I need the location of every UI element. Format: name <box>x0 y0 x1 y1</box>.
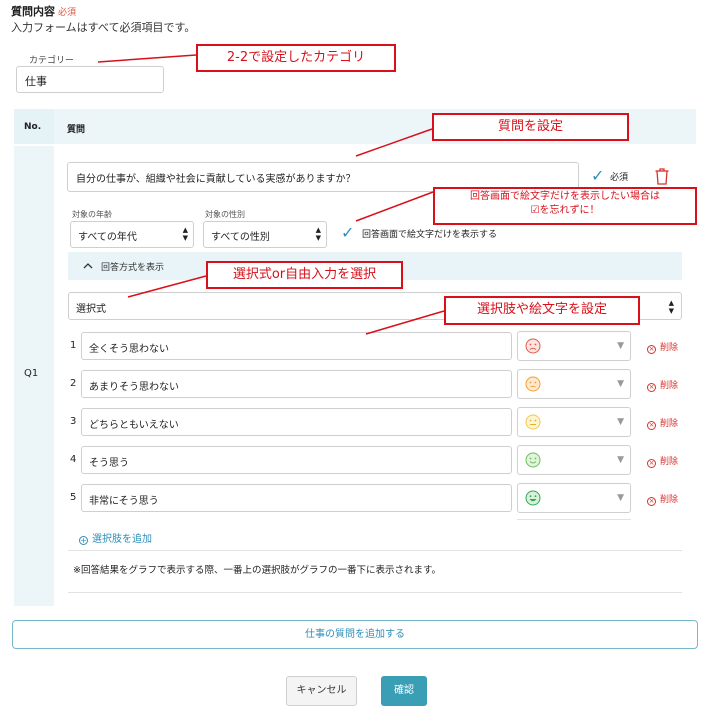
confirm-button[interactable]: 確認 <box>381 676 427 706</box>
emoji-only-label: 回答画面で絵文字だけを表示する <box>362 230 498 240</box>
caret-down-icon: ▼ <box>617 455 624 465</box>
choice-text-input[interactable]: 全くそう思わない <box>81 332 512 360</box>
annotation-line <box>97 54 197 63</box>
delete-choice-button[interactable]: × 削除 <box>647 492 678 506</box>
plus-circle-icon: + <box>79 536 88 545</box>
callout-category: 2-2で設定したカテゴリ <box>196 44 396 72</box>
required-checkbox-label: 必須 <box>610 173 629 183</box>
age-label: 対象の年齢 <box>72 210 112 219</box>
choice-number: 2 <box>70 378 77 389</box>
graph-note: ※回答結果をグラフで表示する際、一番上の選択肢がグラフの一番下に表示されます。 <box>73 565 442 576</box>
choice-number: 5 <box>70 492 77 503</box>
delete-circle-icon: × <box>647 497 656 506</box>
gender-label: 対象の性別 <box>205 210 245 219</box>
emoji-select[interactable]: ▼ <box>517 331 631 361</box>
emoji-select[interactable]: ▼ <box>517 483 631 513</box>
required-note: 入力フォームはすべて必須項目です。 <box>11 21 196 34</box>
gender-select-value: すべての性別 <box>211 232 270 243</box>
delete-choice-button[interactable]: × 削除 <box>647 340 678 354</box>
smile-face-icon <box>525 452 541 468</box>
add-question-button[interactable]: 仕事の質問を追加する <box>12 620 698 649</box>
age-select-value: すべての年代 <box>78 232 137 243</box>
answer-type-value: 選択式 <box>76 304 106 315</box>
callout-emoji-line-2: ☑を忘れずに！ <box>530 205 600 216</box>
divider <box>68 550 682 551</box>
caret-down-icon: ▼ <box>617 341 624 351</box>
callout-answer-type: 選択式or自由入力を選択 <box>206 261 403 289</box>
divider <box>68 592 682 593</box>
delete-choice-button[interactable]: × 削除 <box>647 378 678 392</box>
required-tag: 必須 <box>58 8 77 18</box>
choice-text-input[interactable]: どちらともいえない <box>81 408 512 436</box>
callout-question: 質問を設定 <box>432 113 629 141</box>
delete-choice-button[interactable]: × 削除 <box>647 416 678 430</box>
delete-circle-icon: × <box>647 383 656 392</box>
caret-down-icon: ▼ <box>617 493 624 503</box>
answer-type-toggle-label: 回答方式を表示 <box>101 263 165 273</box>
emoji-list-divider <box>517 519 631 520</box>
delete-circle-icon: × <box>647 459 656 468</box>
trash-icon[interactable] <box>654 167 670 185</box>
column-header-no: No. <box>24 122 42 132</box>
neutral-face-icon <box>525 414 541 430</box>
add-choice-button[interactable]: + 選択肢を追加 <box>79 530 152 545</box>
emoji-only-checkbox[interactable]: ✓ <box>341 225 357 241</box>
callout-choices: 選択肢や絵文字を設定 <box>444 296 640 325</box>
cancel-button[interactable]: キャンセル <box>286 676 357 706</box>
emoji-select[interactable]: ▼ <box>517 407 631 437</box>
category-field[interactable]: 仕事 <box>16 66 164 93</box>
caret-down-icon: ▼ <box>617 417 624 427</box>
chevron-up-icon <box>83 263 93 269</box>
delete-circle-icon: × <box>647 421 656 430</box>
choice-number: 4 <box>70 454 77 465</box>
section-title: 質問内容 必須 <box>11 5 77 18</box>
required-checkbox[interactable]: ✓ <box>591 168 607 184</box>
callout-emoji-only: 回答画面で絵文字だけを表示したい場合は ☑を忘れずに！ <box>433 187 697 225</box>
age-select[interactable]: すべての年代 ▲ ▼ <box>70 221 194 248</box>
choice-number: 1 <box>70 340 77 351</box>
choice-number: 3 <box>70 416 77 427</box>
grin-face-icon <box>525 490 541 506</box>
emoji-select[interactable]: ▼ <box>517 445 631 475</box>
callout-emoji-line-1: 回答画面で絵文字だけを表示したい場合は <box>470 191 660 202</box>
question-number: Q1 <box>24 368 39 379</box>
updown-caret-icon: ▲ ▼ <box>182 226 188 242</box>
delete-circle-icon: × <box>647 345 656 354</box>
caret-down-icon: ▼ <box>617 379 624 389</box>
column-header-question: 質問 <box>67 125 86 135</box>
choice-text-input[interactable]: そう思う <box>81 446 512 474</box>
updown-caret-icon: ▲ ▼ <box>668 299 674 315</box>
choice-text-input[interactable]: あまりそう思わない <box>81 370 512 398</box>
gender-select[interactable]: すべての性別 ▲ ▼ <box>203 221 327 248</box>
frown-face-icon <box>525 338 541 354</box>
choice-text-input[interactable]: 非常にそう思う <box>81 484 512 512</box>
updown-caret-icon: ▲ ▼ <box>315 226 321 242</box>
delete-choice-button[interactable]: × 削除 <box>647 454 678 468</box>
category-label: カテゴリー <box>29 56 75 66</box>
sad-face-icon <box>525 376 541 392</box>
emoji-select[interactable]: ▼ <box>517 369 631 399</box>
